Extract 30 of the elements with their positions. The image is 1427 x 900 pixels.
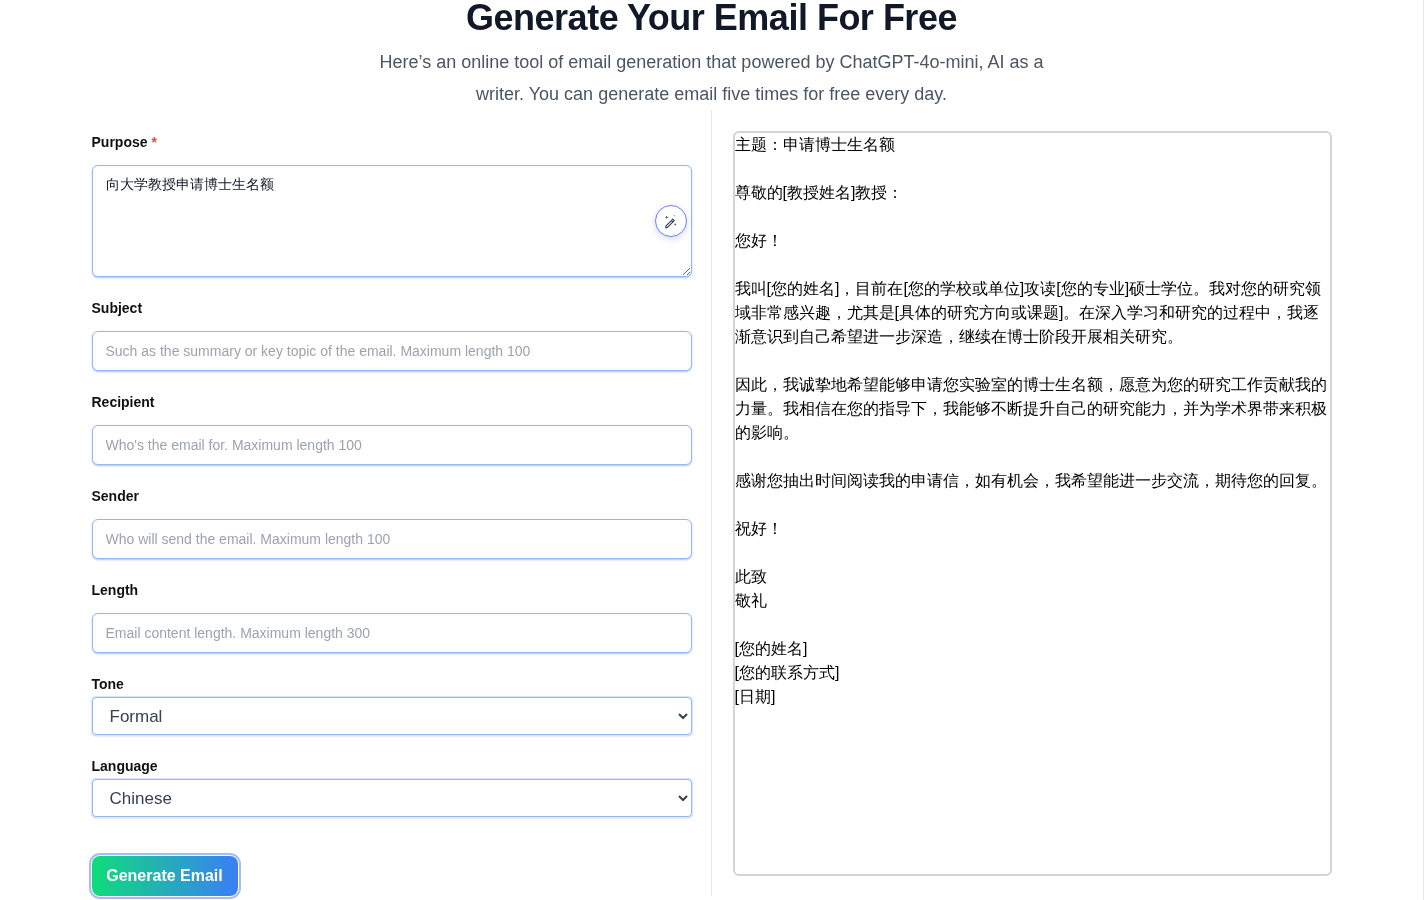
required-asterisk: *: [151, 133, 157, 152]
field-label: Subject: [91, 299, 143, 318]
email-text: 感谢您抽出时间阅读我的申请信，如有机会，我希望能进一步交流，期待您的回复。: [734, 471, 1328, 491]
page-title: Generate Your Email For Free: [465, 0, 958, 36]
field-label: Length: [91, 581, 139, 600]
email-text: [您的联系方式]: [734, 663, 841, 683]
email-text: 敬礼: [734, 591, 768, 611]
page-subtitle: Here’s an online tool of email generation that powered by ChatGPT-4o-mini, AI as a writer. You can generate email five times for free every day.: [378, 51, 1045, 106]
text-input-field[interactable]: Who's the email for. Maximum length 100: [91, 425, 692, 465]
email-text: 您好！: [734, 231, 784, 251]
email-text: 此致: [734, 567, 768, 587]
email-text: 祝好！: [734, 519, 784, 539]
dropdown-field[interactable]: Chinese: [91, 779, 692, 817]
field-label: Recipient: [91, 393, 155, 412]
field-label: Language: [91, 757, 158, 776]
email-text: 主题：申请博士生名额: [734, 135, 896, 155]
field-label: Sender: [91, 487, 139, 506]
pencil-sparkle-icon: [663, 213, 678, 229]
field-label: Tone: [91, 675, 124, 694]
textarea-field[interactable]: 向大学教授申请博士生名额: [91, 165, 692, 277]
email-text: 我叫[您的姓名]，目前在[您的学校或单位]攻读[您的专业]硕士学位。我对您的研究领域非常感兴趣，尤其是[具体的研究方向或课题]。在深入学习和研究的过程中，我逐渐意识到自己希望进一步深造，继续在博士阶段开展相关研究。: [734, 279, 1323, 347]
email-text: [日期]: [734, 687, 777, 707]
dropdown-field[interactable]: Formal: [91, 697, 692, 735]
email-text: [您的姓名]: [734, 639, 809, 659]
field-label: Purpose: [91, 133, 148, 152]
email-text: 尊敬的[教授姓名]教授：: [734, 183, 905, 203]
text-input-field[interactable]: Who will send the email. Maximum length 100: [91, 519, 692, 559]
email-text: 因此，我诚挚地希望能够申请您实验室的博士生名额，愿意为您的研究工作贡献我的力量。我相信在您的指导下，我能够不断提升自己的研究能力，并为学术界带来积极的影响。: [734, 375, 1328, 443]
text-input-field[interactable]: Such as the summary or key topic of the email. Maximum length 100: [91, 331, 692, 371]
text-input-field[interactable]: Email content length. Maximum length 300: [91, 613, 692, 653]
